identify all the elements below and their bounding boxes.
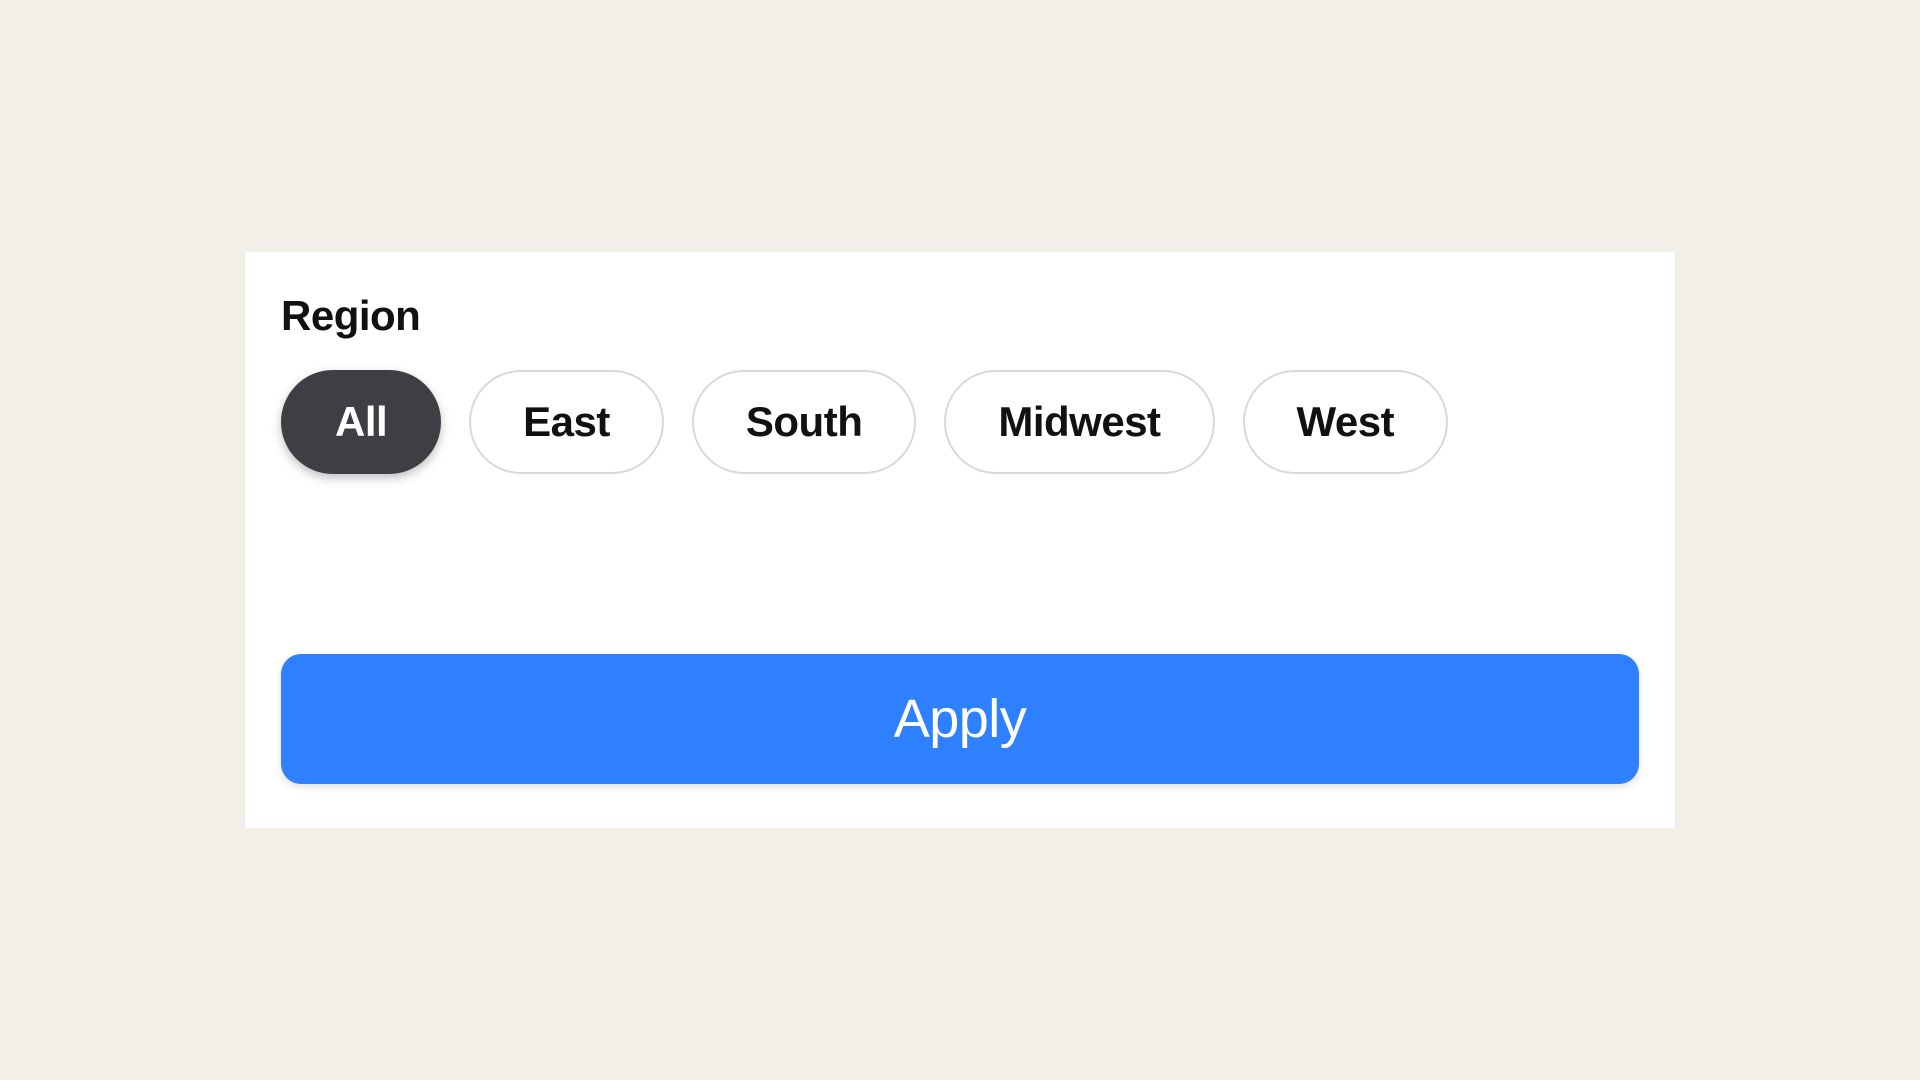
region-chip-west[interactable]: West: [1243, 370, 1449, 474]
region-chip-east[interactable]: East: [469, 370, 664, 474]
region-filter-card: Region All East South Midwest West Apply: [245, 252, 1675, 828]
filter-title: Region: [281, 292, 1639, 340]
region-chip-midwest[interactable]: Midwest: [944, 370, 1214, 474]
region-chip-all[interactable]: All: [281, 370, 441, 474]
region-chips-row: All East South Midwest West: [281, 370, 1639, 474]
apply-button[interactable]: Apply: [281, 654, 1639, 784]
region-chip-south[interactable]: South: [692, 370, 916, 474]
